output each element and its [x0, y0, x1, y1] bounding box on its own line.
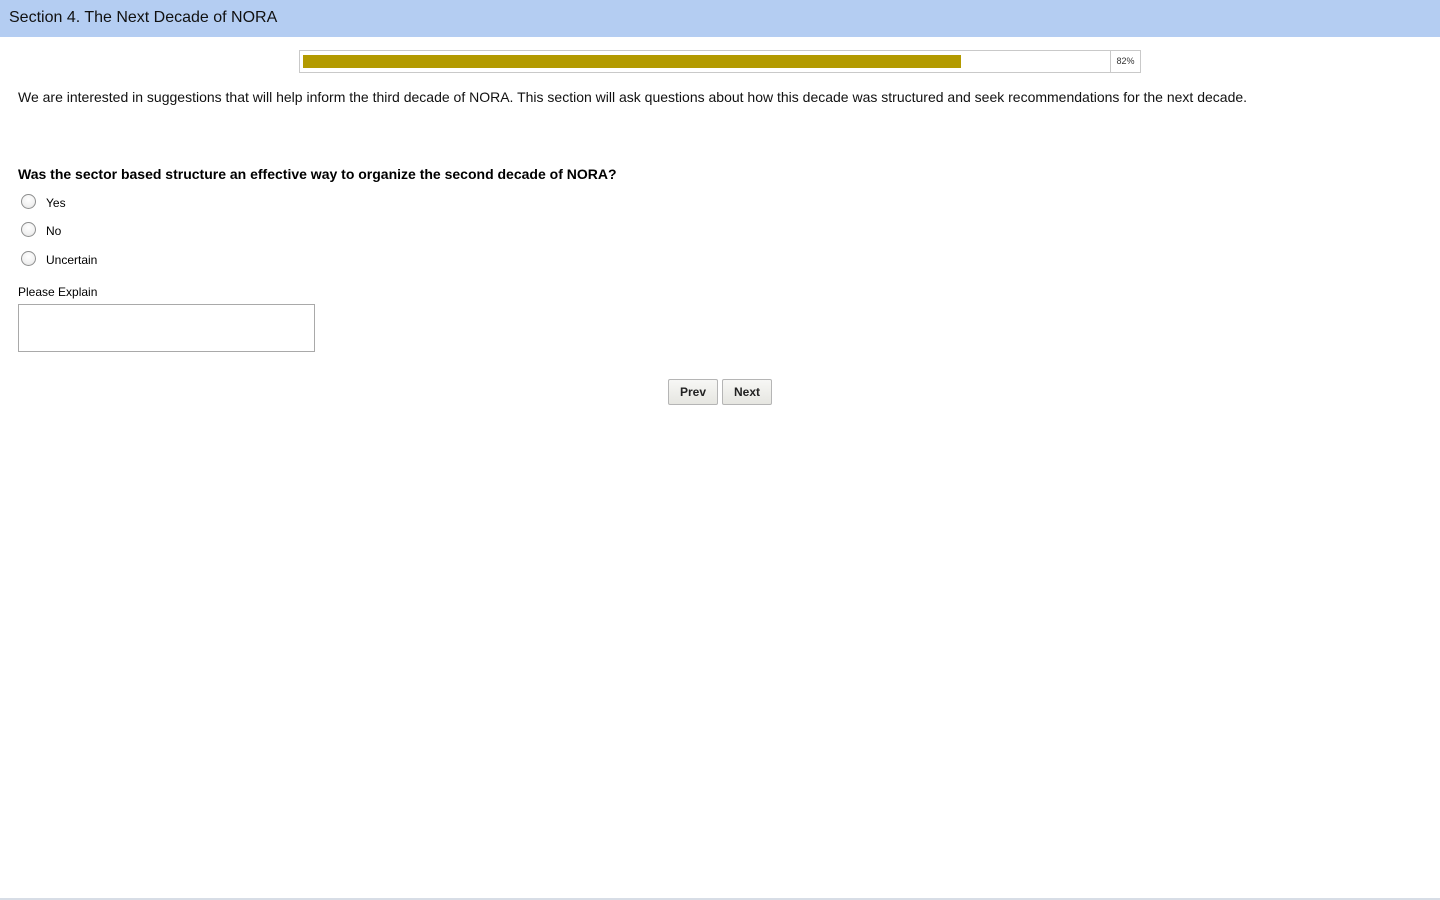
option-no[interactable]: No [21, 219, 61, 239]
progress-fill [303, 55, 961, 68]
progress-bar: 82% [299, 50, 1141, 73]
progress-percent-label: 82% [1116, 56, 1135, 66]
next-button[interactable]: Next [722, 379, 772, 405]
option-uncertain-label: Uncertain [46, 253, 98, 267]
radio-yes[interactable] [21, 193, 36, 209]
option-no-label: No [46, 224, 62, 238]
question-text: Was the sector based structure an effect… [18, 166, 617, 182]
section-title: Section 4. The Next Decade of NORA [9, 9, 278, 26]
option-uncertain[interactable]: Uncertain [21, 248, 97, 268]
radio-uncertain[interactable] [21, 250, 36, 266]
explain-textarea[interactable] [18, 304, 315, 352]
intro-text: We are interested in suggestions that wi… [18, 89, 1248, 105]
section-header: Section 4. The Next Decade of NORA [0, 0, 1440, 37]
option-yes[interactable]: Yes [21, 191, 66, 211]
option-yes-label: Yes [46, 196, 66, 210]
prev-button[interactable]: Prev [668, 379, 718, 405]
explain-label: Please Explain [18, 285, 98, 299]
radio-no[interactable] [21, 221, 36, 237]
progress-track [300, 51, 1110, 72]
